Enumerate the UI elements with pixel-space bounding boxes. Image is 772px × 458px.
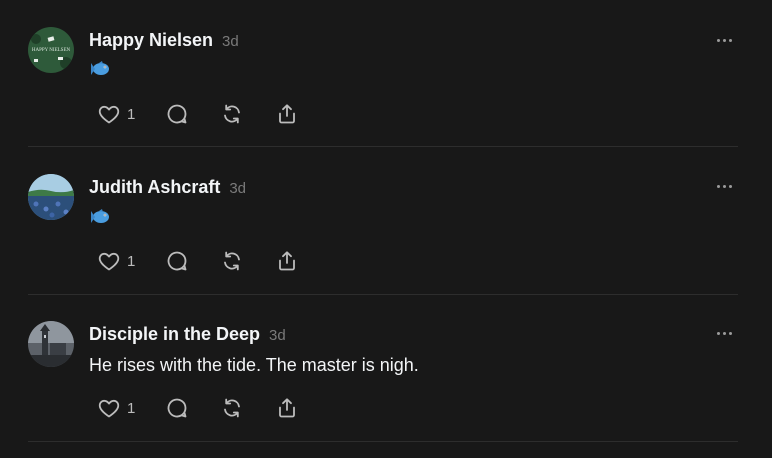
post-header: Judith Ashcraft 3d (89, 177, 246, 199)
share-button[interactable] (275, 102, 299, 126)
avatar-image: HAPPY NIELSEN (28, 27, 74, 73)
avatar-image (28, 321, 74, 367)
avatar-image (28, 174, 74, 220)
repost-icon (224, 398, 240, 418)
fish-emoji-icon (91, 209, 109, 223)
username[interactable]: Judith Ashcraft (89, 177, 220, 198)
feed: HAPPY NIELSEN Happy Nielsen 3d 1 Judith … (0, 0, 772, 458)
repost-button[interactable] (220, 396, 244, 420)
speech-bubble-icon (167, 104, 187, 124)
post: Judith Ashcraft 3d 1 (28, 148, 738, 295)
fish-emoji-icon (91, 61, 109, 75)
post-text: He rises with the tide. The master is ni… (89, 355, 419, 375)
timestamp[interactable]: 3d (222, 33, 239, 50)
avatar[interactable] (28, 174, 74, 220)
like-button[interactable]: 1 (97, 396, 135, 420)
speech-bubble-icon (167, 251, 187, 271)
like-button[interactable]: 1 (97, 249, 135, 273)
avatar[interactable]: HAPPY NIELSEN (28, 27, 74, 73)
timestamp[interactable]: 3d (229, 180, 246, 197)
avatar[interactable] (28, 321, 74, 367)
reply-button[interactable] (165, 102, 189, 126)
heart-icon (98, 105, 120, 124)
post: Disciple in the Deep 3d He rises with th… (28, 295, 738, 442)
heart-icon (98, 252, 120, 271)
like-button[interactable]: 1 (97, 102, 135, 126)
repost-icon (224, 251, 240, 271)
share-icon (279, 398, 295, 418)
repost-icon (224, 104, 240, 124)
username[interactable]: Happy Nielsen (89, 30, 213, 51)
repost-button[interactable] (220, 249, 244, 273)
avatar-logo-text: HAPPY NIELSEN (32, 48, 71, 53)
reply-button[interactable] (165, 396, 189, 420)
post-header: Happy Nielsen 3d (89, 30, 239, 52)
repost-button[interactable] (220, 102, 244, 126)
timestamp[interactable]: 3d (269, 327, 286, 344)
more-options-icon[interactable] (712, 30, 736, 50)
more-options-icon[interactable] (712, 176, 736, 196)
post-content (89, 208, 111, 226)
like-count: 1 (127, 399, 136, 417)
share-button[interactable] (275, 249, 299, 273)
heart-icon (98, 399, 120, 418)
post: HAPPY NIELSEN Happy Nielsen 3d 1 (28, 0, 738, 147)
more-options-icon[interactable] (712, 323, 736, 343)
share-button[interactable] (275, 396, 299, 420)
post-header: Disciple in the Deep 3d (89, 324, 286, 346)
speech-bubble-icon (167, 398, 187, 418)
post-content (89, 60, 111, 78)
username[interactable]: Disciple in the Deep (89, 324, 260, 345)
like-count: 1 (127, 252, 136, 270)
share-icon (279, 104, 295, 124)
share-icon (279, 251, 295, 271)
like-count: 1 (127, 105, 136, 123)
reply-button[interactable] (165, 249, 189, 273)
